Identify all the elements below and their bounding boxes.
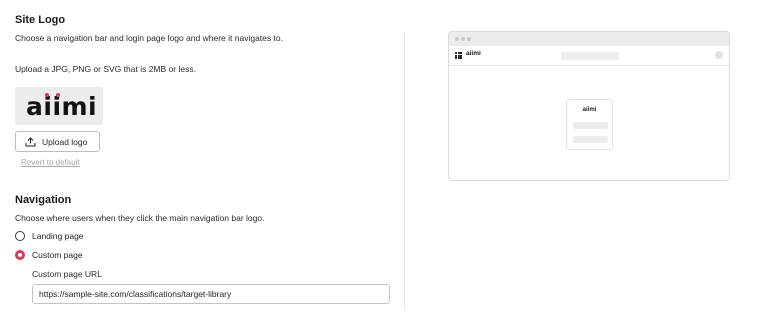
revert-to-default-link[interactable]: Revert to default [21, 158, 80, 167]
logo-wordmark: aiimi [26, 92, 98, 121]
navigation-description: Choose where users when they click the m… [15, 213, 265, 223]
radio-landing-page[interactable]: Landing page [15, 231, 84, 241]
radio-label: Custom page [32, 250, 83, 260]
preview-field-placeholder [573, 122, 608, 129]
window-dot [455, 37, 459, 41]
preview-field-placeholder [573, 136, 608, 143]
navigation-heading: Navigation [15, 194, 72, 206]
preview-search-placeholder [561, 52, 619, 60]
window-dot [461, 37, 465, 41]
apps-grid-icon [455, 52, 462, 59]
preview-login-card: aiimi [566, 99, 613, 150]
logo-preview: aiimi aiimi [448, 31, 730, 181]
radio-button[interactable] [15, 231, 25, 241]
current-logo: aiimi [15, 87, 103, 125]
upload-logo-button[interactable]: Upload logo [15, 131, 100, 152]
preview-nav-logo: aiimi [466, 50, 481, 57]
window-dot [467, 37, 471, 41]
site-logo-description: Choose a navigation bar and login page l… [15, 33, 283, 43]
logo-dot [56, 93, 60, 97]
site-logo-heading: Site Logo [15, 14, 66, 26]
upload-icon [25, 136, 36, 146]
logo-dot [45, 93, 49, 97]
upload-logo-label: Upload logo [42, 136, 88, 147]
radio-custom-page[interactable]: Custom page [15, 250, 83, 260]
upload-hint: Upload a JPG, PNG or SVG that is 2MB or … [15, 64, 196, 74]
preview-avatar [715, 51, 723, 59]
custom-url-input[interactable] [32, 284, 390, 304]
radio-button-selected[interactable] [15, 250, 25, 260]
preview-titlebar [449, 32, 729, 46]
custom-url-label: Custom page URL [32, 269, 102, 279]
preview-navbar: aiimi [449, 46, 729, 66]
radio-label: Landing page [32, 231, 84, 241]
preview-card-logo: aiimi [582, 107, 597, 113]
column-divider [404, 32, 405, 310]
